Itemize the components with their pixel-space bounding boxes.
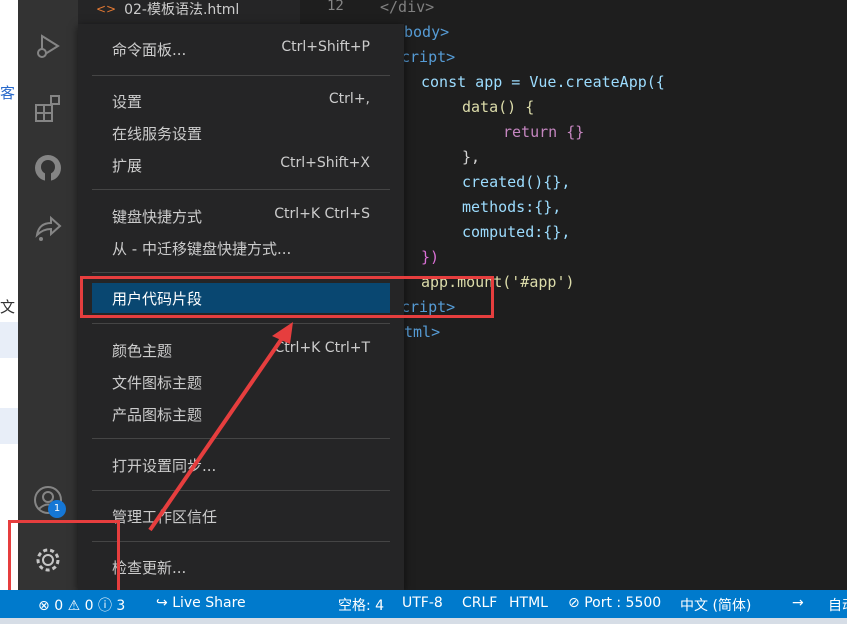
activity-bar [18,0,78,590]
status-bar: ⊗ 0 ⚠ 0 ⓘ 3 ↪ Live Share 空格: 4 UTF-8 CRL… [0,590,847,618]
menu-separator [92,323,390,324]
problems-indicator[interactable]: ⊗ 0 ⚠ 0 ⓘ 3 [38,595,125,615]
menu-item-keyboard-shortcuts[interactable]: 键盘快捷方式 Ctrl+K Ctrl+S [92,201,390,231]
code-line: methods:{}, [462,198,562,216]
eol-status[interactable]: CRLF [462,595,497,611]
live-share-icon: ↪ [156,595,168,611]
code-line: return {} [503,123,585,141]
auto-status[interactable]: 自动 [828,595,847,615]
live-share-icon[interactable] [30,210,66,246]
code-line: cript> [401,48,456,66]
menu-separator [92,272,390,273]
arrow-right-icon[interactable]: → [792,595,804,611]
port-status[interactable]: ⊘ Port : 5500 [568,595,661,611]
code-line: body> [404,23,450,41]
extensions-icon[interactable] [30,90,66,126]
background-band [0,408,18,444]
code-line: }, [462,148,481,166]
menu-item-file-icon-theme[interactable]: 文件图标主题 [92,367,390,397]
menu-item-command-palette[interactable]: 命令面板... Ctrl+Shift+P [92,34,390,64]
code-line: tml> [404,323,441,341]
code-line: }) [421,248,440,266]
background-window-strip: 客 文 [0,0,18,590]
no-entry-icon: ⊘ [568,595,580,611]
info-icon: ⓘ [97,598,112,614]
warning-icon: ⚠ [67,598,81,614]
code-line: computed:{}, [462,223,571,241]
indentation-status[interactable]: 空格: 4 [338,595,384,615]
locale-status[interactable]: 中文 (简体) [680,595,751,615]
menu-separator [92,490,390,491]
run-debug-icon[interactable] [30,28,66,64]
background-char: 客 [0,84,16,102]
html-file-icon: <> [96,2,117,16]
code-line: created(){}, [462,173,571,191]
background-band [0,322,18,358]
error-icon: ⊗ [38,598,50,614]
live-share-button[interactable]: ↪ Live Share [156,595,246,611]
os-taskbar [0,618,847,624]
menu-item-settings[interactable]: 设置 Ctrl+, [92,86,390,116]
file-item[interactable]: <> 02-模板语法.html [96,0,239,18]
github-icon[interactable] [30,150,66,186]
menu-separator [92,75,390,76]
menu-item-workspace-trust[interactable]: 管理工作区信任 [92,501,390,531]
code-line: </div> [380,0,435,16]
annotation-box-gear [8,520,120,596]
menu-item-check-updates[interactable]: 检查更新... [92,552,390,582]
code-line: data() { [462,98,535,116]
background-char: 文 [0,298,16,316]
line-number: 12 [327,0,344,14]
annotation-box-snippets [80,276,494,318]
menu-item-extensions[interactable]: 扩展 Ctrl+Shift+X [92,150,390,180]
menu-item-online-services[interactable]: 在线服务设置 [92,118,390,148]
menu-item-product-icon-theme[interactable]: 产品图标主题 [92,399,390,429]
menu-item-settings-sync[interactable]: 打开设置同步... [92,450,390,480]
menu-separator [92,541,390,542]
menu-separator [92,189,390,190]
code-line: const app = Vue.createApp({ [421,73,665,91]
menu-item-color-theme[interactable]: 颜色主题 Ctrl+K Ctrl+T [92,335,390,365]
language-status[interactable]: HTML [509,595,548,611]
encoding-status[interactable]: UTF-8 [402,595,443,611]
account-badge: 1 [48,500,66,518]
file-name: 02-模板语法.html [124,2,240,18]
menu-item-migrate-keybindings[interactable]: 从 - 中迁移键盘快捷方式... [92,233,390,263]
menu-separator [92,438,390,439]
